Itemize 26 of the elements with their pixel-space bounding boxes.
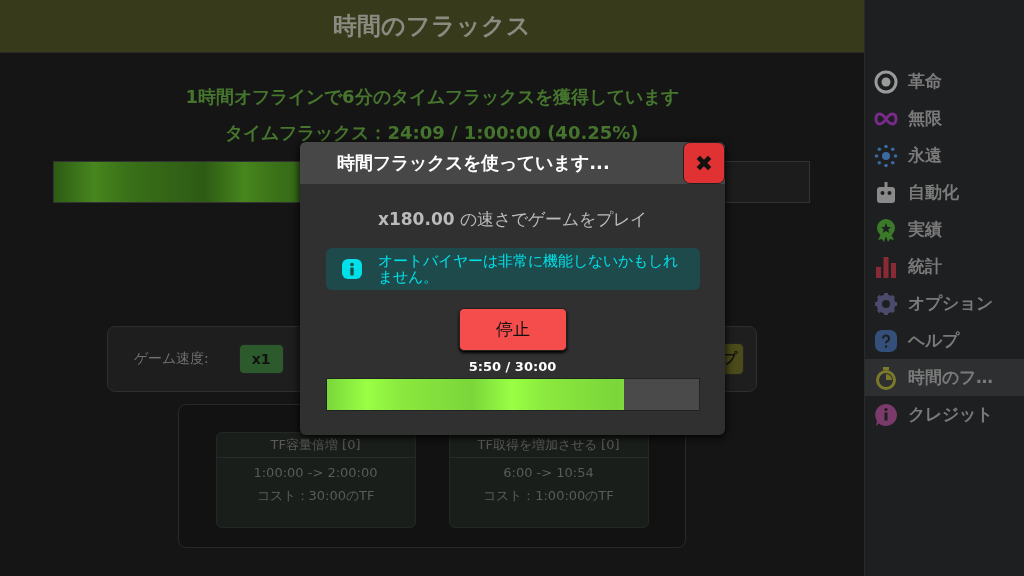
upgrade-cost: コスト：30:00のTF [256,487,375,505]
sidebar-item[interactable]: 時間のフ… [865,359,1024,396]
modal-title: 時間フラックスを使っています... [336,151,611,175]
speed-button[interactable]: x1 [238,344,284,374]
stop-button[interactable]: 停止 [458,308,567,351]
sidebar-item[interactable]: 実績 [865,211,1024,248]
sidebar-item[interactable]: クレジット [865,396,1024,433]
sidebar-item[interactable]: オプション [865,285,1024,322]
sidebar-item[interactable]: 無限 [865,100,1024,137]
info-icon [341,259,362,279]
sidebar-item[interactable]: 永遠 [865,137,1024,174]
speed-text: x180.00 の速さでゲームをプレイ [378,208,647,231]
sidebar-item[interactable]: 革命 [865,63,1024,100]
info-text: オートバイヤーは非常に機能しないかもしれません。 [377,253,679,285]
speed-label: ゲーム速度: [134,350,209,368]
flux-text: タイムフラックス：24:09 / 1:00:00 (40.25%) [225,121,639,145]
close-button[interactable]: ✖ [683,142,725,184]
upgrade-effect: 6:00 -> 10:54 [503,465,594,480]
sidebar-item[interactable]: 自動化 [865,174,1024,211]
progress-reading: 5:50 / 30:00 [468,359,557,374]
upgrade-cost: コスト：1:00:00のTF [483,487,614,505]
upgrade-effect: 1:00:00 -> 2:00:00 [253,465,378,480]
sidebar-item[interactable]: ヘルプ [865,322,1024,359]
gain-text: 1時間オフラインで6分のタイムフラックスを獲得しています [185,85,679,109]
sidebar-item[interactable]: 統計 [865,248,1024,285]
page-title: 時間のフラックス [333,11,531,42]
